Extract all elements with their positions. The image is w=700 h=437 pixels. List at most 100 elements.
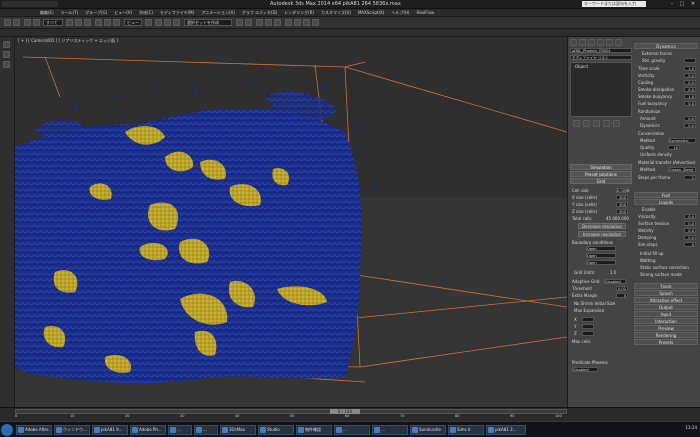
menu-realflow[interactable]: RealFlow bbox=[416, 10, 434, 15]
modifier-stack[interactable]: Object bbox=[570, 62, 632, 117]
create-tab-icon[interactable] bbox=[570, 39, 577, 46]
taskbar-item[interactable]: ... bbox=[372, 425, 408, 435]
show-end-result-icon[interactable] bbox=[583, 120, 590, 127]
threshold-spinner[interactable]: 0.02 bbox=[616, 286, 628, 291]
steps-spinner[interactable]: 1 bbox=[684, 175, 696, 180]
cell-size-spinner[interactable]: 0.0095 bbox=[616, 188, 630, 193]
menu-create[interactable]: 作成(C) bbox=[139, 10, 153, 16]
method2-dropdown[interactable]: Classic (Semi bbox=[668, 167, 696, 172]
max-y-spinner[interactable] bbox=[582, 324, 594, 329]
taskbar-item[interactable]: ... bbox=[168, 425, 192, 435]
taskbar-item[interactable]: ... bbox=[194, 425, 218, 435]
interaction-rollout[interactable]: Interaction bbox=[634, 318, 698, 324]
close-button[interactable]: ✕ bbox=[689, 1, 697, 7]
taskbar-item[interactable]: Sandcastle bbox=[410, 425, 446, 435]
predicate-dropdown[interactable]: Disabled bbox=[572, 367, 598, 372]
viscosity-spinner[interactable]: 0.0 bbox=[684, 214, 696, 219]
menu-views[interactable]: ビュー(V) bbox=[114, 10, 132, 16]
enable-checkbox[interactable]: Enable bbox=[642, 207, 656, 212]
pivot-icon[interactable] bbox=[145, 19, 152, 26]
menu-edit[interactable]: 編集(E) bbox=[40, 10, 54, 16]
menu-graph-editors[interactable]: グラフ エディタ(D) bbox=[242, 10, 277, 16]
camera-viewport[interactable]: [ + ] [ Camera001 ] [ リアリスティック + エッジ面 ] bbox=[15, 37, 567, 407]
cooling-spinner[interactable]: 0.0 bbox=[684, 80, 696, 85]
stack-item[interactable]: Object bbox=[575, 64, 588, 69]
taskbar-item[interactable]: pikA81 9... bbox=[92, 425, 128, 435]
modify-tab-icon[interactable] bbox=[579, 39, 586, 46]
schematic-icon[interactable] bbox=[274, 19, 281, 26]
scale-icon[interactable] bbox=[113, 19, 120, 26]
object-name-field[interactable]: aDSL_Phoenix_FD001 bbox=[570, 48, 632, 53]
configure-sets-icon[interactable] bbox=[613, 120, 620, 127]
percent-snap-icon[interactable] bbox=[173, 19, 180, 26]
external-forces-checkbox[interactable]: External forces bbox=[642, 51, 672, 56]
curve-editor-icon[interactable] bbox=[265, 19, 272, 26]
dynamics-rollout[interactable]: Dynamics bbox=[634, 43, 698, 49]
quick-access-toolbar[interactable] bbox=[2, 1, 58, 7]
viewport-canvas[interactable] bbox=[15, 37, 567, 407]
layer-icon[interactable] bbox=[256, 19, 263, 26]
simulation-rollout[interactable]: Simulation bbox=[570, 164, 632, 170]
named-selection-dropdown[interactable]: 選択セットを作成 bbox=[184, 19, 232, 26]
menu-modifiers[interactable]: モディファイヤ(M) bbox=[160, 10, 194, 16]
material-editor-icon[interactable] bbox=[285, 19, 292, 26]
menu-animation[interactable]: アニメーション(A) bbox=[201, 10, 235, 16]
time-scale-spinner[interactable]: 1.0 bbox=[684, 66, 696, 71]
boundary-z-dropdown[interactable]: Open bbox=[586, 260, 616, 265]
smoke-dissipation-spinner[interactable]: 0.0 bbox=[684, 87, 696, 92]
unlink-icon[interactable] bbox=[33, 19, 40, 26]
decrease-resolution-button[interactable]: Decrease resolution bbox=[578, 223, 626, 229]
amount-spinner[interactable]: 0.0 bbox=[684, 116, 696, 121]
wetting-checkbox[interactable]: Wetting bbox=[640, 258, 656, 263]
select-object-icon[interactable] bbox=[66, 19, 73, 26]
utilities-tab-icon[interactable] bbox=[615, 39, 622, 46]
liquids-rollout[interactable]: Liquids bbox=[634, 199, 698, 205]
size-x-spinner[interactable]: 300 bbox=[616, 195, 628, 200]
remove-modifier-icon[interactable] bbox=[603, 120, 610, 127]
taskbar-item[interactable]: Sims Ir bbox=[448, 425, 484, 435]
angle-snap-icon[interactable] bbox=[164, 19, 171, 26]
size-y-spinner[interactable]: 300 bbox=[616, 202, 628, 207]
initial-fill-checkbox[interactable]: Initial fill up bbox=[640, 251, 663, 256]
attraction-rollout[interactable]: Attraction effect bbox=[634, 297, 698, 303]
uniform-density-checkbox[interactable]: Uniform density bbox=[640, 152, 672, 157]
foam-rollout[interactable]: Foam bbox=[634, 283, 698, 289]
minimize-button[interactable]: – bbox=[668, 1, 676, 7]
menu-help[interactable]: ヘルプ(H) bbox=[391, 10, 409, 16]
undo-icon[interactable] bbox=[4, 19, 11, 26]
taskbar-item[interactable]: pikA81 2... bbox=[486, 425, 526, 435]
splash-rollout[interactable]: Splash bbox=[634, 290, 698, 296]
pin-stack-icon[interactable] bbox=[573, 120, 580, 127]
system-clock[interactable]: 13:24 bbox=[685, 425, 697, 430]
modifier-list-dropdown[interactable]: モディファイヤ リスト bbox=[570, 55, 632, 60]
max-z-spinner[interactable] bbox=[582, 331, 594, 336]
taskbar-item[interactable]: 3DsMax bbox=[220, 425, 256, 435]
static-surface-checkbox[interactable]: Static surface correction bbox=[640, 265, 689, 270]
menu-rendering[interactable]: レンダリング(R) bbox=[284, 10, 314, 16]
taskbar-item[interactable]: Adobe After... bbox=[16, 425, 52, 435]
make-unique-icon[interactable] bbox=[593, 120, 600, 127]
boundary-x-dropdown[interactable]: Open bbox=[586, 246, 616, 251]
quality-spinner[interactable]: 10 bbox=[668, 145, 680, 150]
redo-icon[interactable] bbox=[13, 19, 20, 26]
display-tab-icon[interactable] bbox=[606, 39, 613, 46]
hierarchy-tab-icon[interactable] bbox=[588, 39, 595, 46]
presets-rollout[interactable]: Presets bbox=[634, 339, 698, 345]
menu-group[interactable]: グループ(G) bbox=[85, 10, 107, 16]
boundary-y-dropdown[interactable]: Open bbox=[586, 253, 616, 258]
taskbar-item[interactable]: ... bbox=[334, 425, 370, 435]
wet-spinner[interactable]: 0.0 bbox=[684, 228, 696, 233]
rotate-icon[interactable] bbox=[104, 19, 111, 26]
menu-tools[interactable]: ツール(T) bbox=[61, 10, 79, 16]
taskbar-item[interactable]: 物件確認 bbox=[296, 425, 332, 435]
dynamics2-spinner[interactable]: 0.0 bbox=[684, 123, 696, 128]
taskbar-item[interactable]: Adobe Ph... bbox=[130, 425, 166, 435]
align-icon[interactable] bbox=[245, 19, 252, 26]
method-dropdown[interactable]: Symmetric bbox=[668, 138, 696, 143]
motion-tab-icon[interactable] bbox=[597, 39, 604, 46]
damping-spinner[interactable]: 0.0 bbox=[684, 235, 696, 240]
taskbar-item[interactable]: ウィンドウ... bbox=[54, 425, 90, 435]
output-rollout[interactable]: Output bbox=[634, 304, 698, 310]
surface-tension-spinner[interactable]: 0.0 bbox=[684, 221, 696, 226]
size-z-spinner[interactable]: 500 bbox=[616, 209, 628, 214]
